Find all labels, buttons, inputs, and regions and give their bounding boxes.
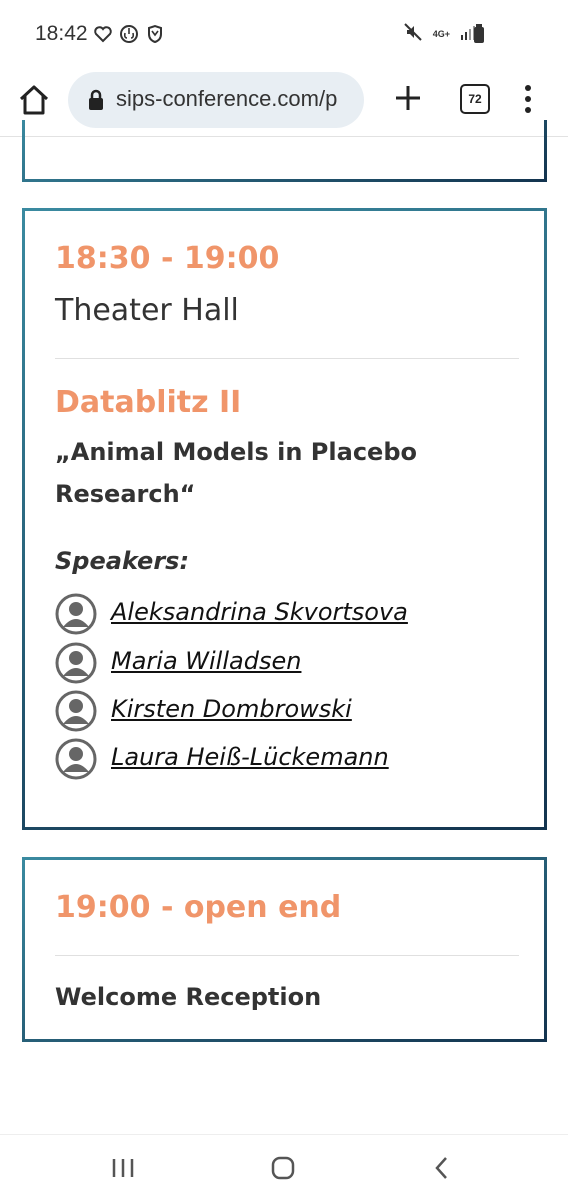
- home-button[interactable]: [16, 82, 52, 118]
- lungs-icon: [119, 24, 139, 44]
- network-label: 4G+: [432, 29, 450, 39]
- speaker-item: Kirsten Dombrowski: [55, 690, 515, 732]
- battery-icon: [473, 24, 485, 48]
- status-time: 18:42: [35, 22, 88, 45]
- mute-icon: [403, 22, 423, 46]
- speaker-link[interactable]: Laura Heiß-Lückemann: [111, 743, 389, 771]
- speaker-link[interactable]: Aleksandrina Skvortsova: [111, 598, 408, 626]
- speakers-label: Speakers:: [55, 547, 190, 575]
- previous-session-card: [22, 120, 547, 182]
- lock-icon: [88, 89, 104, 111]
- speaker-link[interactable]: Kirsten Dombrowski: [111, 695, 352, 723]
- system-icons: 4G+: [403, 22, 484, 46]
- divider: [55, 955, 519, 956]
- session-time: 18:30 - 19:00: [55, 241, 280, 276]
- back-button[interactable]: [432, 1155, 450, 1185]
- shield-icon: [145, 24, 165, 44]
- next-session-time: 19:00 - open end: [55, 890, 342, 925]
- recent-apps-button[interactable]: [110, 1157, 136, 1183]
- session-title: Datablitz II: [55, 385, 242, 420]
- avatar-icon: [55, 593, 97, 635]
- speaker-link[interactable]: Maria Willadsen: [111, 647, 301, 675]
- avatar-icon: [55, 738, 97, 780]
- url-text: sips-conference.com/p: [116, 86, 338, 111]
- new-tab-button[interactable]: [392, 82, 424, 114]
- divider: [55, 358, 519, 359]
- system-nav-bar: [0, 1134, 568, 1201]
- avatar-icon: [55, 690, 97, 732]
- avatar-icon: [55, 642, 97, 684]
- speaker-item: Laura Heiß-Lückemann: [55, 738, 515, 780]
- next-session-title: Welcome Reception: [55, 983, 322, 1011]
- menu-button[interactable]: [518, 82, 538, 116]
- tab-switcher-button[interactable]: 72: [460, 84, 490, 114]
- status-bar: 18:42 4G+: [0, 0, 568, 68]
- speaker-item: Aleksandrina Skvortsova: [55, 593, 515, 635]
- session-card: 18:30 - 19:00 Theater Hall Datablitz II …: [22, 208, 547, 830]
- home-nav-button[interactable]: [270, 1155, 296, 1185]
- notification-icons: [93, 24, 165, 44]
- session-subtitle: „Animal Models in Placebo Research“: [55, 438, 417, 508]
- speaker-item: Maria Willadsen: [55, 642, 515, 684]
- next-session-card: 19:00 - open end Welcome Reception: [22, 857, 547, 1042]
- session-location: Theater Hall: [55, 293, 239, 328]
- heart-icon: [93, 24, 113, 44]
